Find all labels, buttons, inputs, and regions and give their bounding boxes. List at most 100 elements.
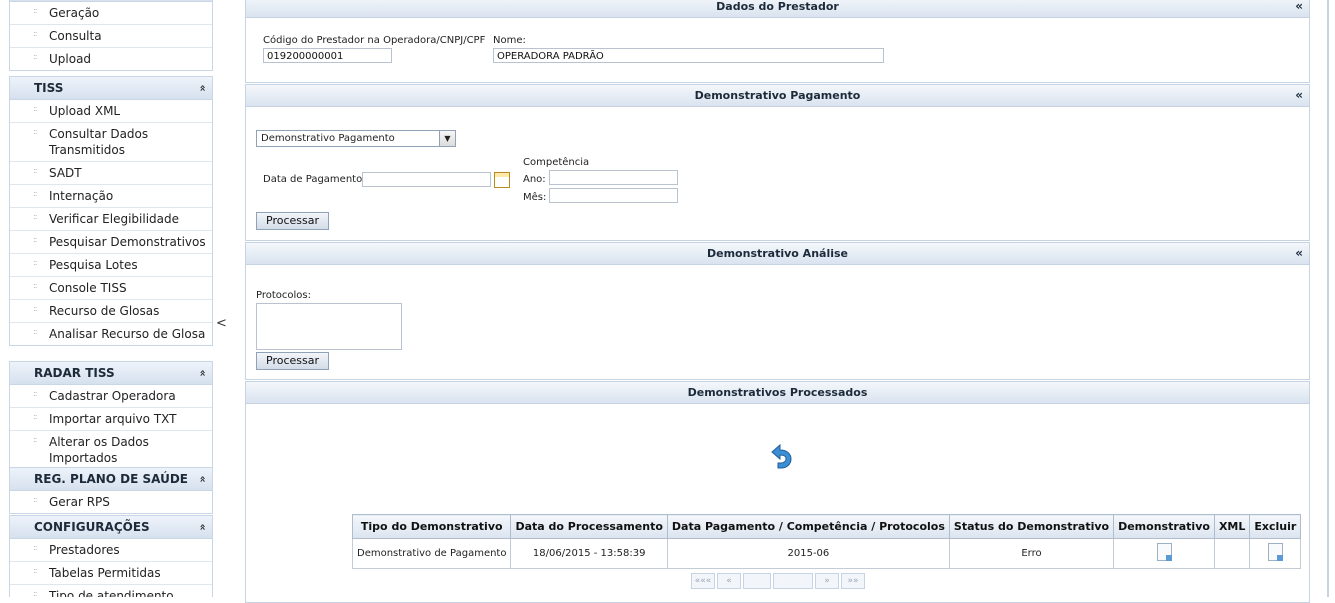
pager-first[interactable]: ««« (691, 573, 715, 589)
pager-next[interactable]: » (815, 573, 839, 589)
ano-field[interactable] (549, 170, 678, 185)
bullet-icon: :: (33, 235, 37, 244)
menu-block-configuracoes: CONFIGURAÇÕES « :: Prestadores :: Tabelas P… (9, 515, 213, 597)
codigo-label: Código do Prestador na Operadora/CNPJ/CP… (263, 35, 486, 46)
cell-xml (1213, 538, 1251, 569)
sidebar-item-geracao[interactable]: :: Geração (10, 2, 212, 25)
ano-label: Ano: (523, 174, 546, 185)
sidebar-item-analisar-recurso[interactable]: :: Analisar Recurso de Glosa (10, 323, 212, 345)
mes-field[interactable] (549, 188, 678, 203)
nome-label: Nome: (493, 35, 526, 46)
cell-competencia: 2015-06 (666, 538, 950, 569)
collapse-icon[interactable]: « (1295, 0, 1303, 17)
sidebar-toggle[interactable]: < (216, 316, 227, 331)
calendar-icon[interactable] (494, 172, 510, 188)
sidebar-item-consultar-dados[interactable]: :: Consultar Dados Transmitidos (10, 123, 212, 162)
collapse-up-icon[interactable]: « (191, 523, 213, 530)
sidebar-item-sadt[interactable]: :: SADT (10, 162, 212, 185)
nome-field[interactable]: OPERADORA PADRÃO (493, 48, 884, 63)
sidebar-item-importar-txt[interactable]: :: Importar arquivo TXT (10, 408, 212, 431)
sidebar-item-verificar-elegibilidade[interactable]: :: Verificar Elegibilidade (10, 208, 212, 231)
panel-header-pagamento: Demonstrativo Pagamento « (246, 85, 1309, 107)
sidebar-item-tabelas-permitidas[interactable]: :: Tabelas Permitidas (10, 562, 212, 585)
protocolos-textarea[interactable] (256, 303, 402, 350)
menu-block-tiss: TISS « :: Upload XML :: Consultar Dados Tra… (9, 76, 213, 346)
cell-excluir (1249, 538, 1302, 569)
refresh-back-icon[interactable] (766, 442, 794, 470)
pager-page-info[interactable] (773, 573, 813, 589)
sidebar-item-alterar-dados[interactable]: :: Alterar os Dados Importados (10, 431, 212, 469)
col-status: Status do Demonstrativo (948, 514, 1115, 539)
col-data-pagamento: Data Pagamento / Competência / Protocolo… (666, 514, 950, 539)
pager-prev[interactable]: « (717, 573, 741, 589)
protocolos-label: Protocolos: (256, 290, 311, 301)
data-pagamento-field[interactable] (362, 172, 491, 187)
sidebar-item-tipo-atendimento[interactable]: :: Tipo de atendimento (10, 585, 212, 597)
bullet-icon: :: (33, 29, 37, 38)
bullet-icon: :: (33, 389, 37, 398)
collapse-up-icon[interactable]: « (191, 84, 213, 91)
bullet-icon: :: (33, 304, 37, 313)
sidebar-item-upload[interactable]: :: Upload (10, 48, 212, 70)
sidebar-item-cadastrar-operadora[interactable]: :: Cadastrar Operadora (10, 385, 212, 408)
col-xml: XML (1213, 514, 1251, 539)
bullet-icon: :: (33, 327, 37, 336)
panel-demonstrativo-analise: Demonstrativo Análise « Protocolos: Proc… (245, 242, 1310, 380)
sidebar-item-upload-xml[interactable]: :: Upload XML (10, 100, 212, 123)
bullet-icon: :: (33, 212, 37, 221)
collapse-icon[interactable]: « (1295, 243, 1303, 264)
competencia-label: Competência (523, 157, 590, 168)
cell-tipo: Demonstrativo de Pagamento (351, 538, 512, 569)
col-excluir: Excluir (1249, 514, 1302, 539)
sidebar-item-console-tiss[interactable]: :: Console TISS (10, 277, 212, 300)
pager-last[interactable]: »» (841, 573, 865, 589)
menu-block-top: :: Geração :: Consulta :: Upload (9, 0, 213, 71)
bullet-icon: :: (33, 412, 37, 421)
col-demonstrativo: Demonstrativo (1113, 514, 1215, 539)
collapse-icon[interactable]: « (1295, 85, 1303, 106)
menu-header-radar[interactable]: RADAR TISS « (10, 362, 212, 385)
sidebar-item-consulta[interactable]: :: Consulta (10, 25, 212, 48)
bullet-icon: :: (33, 6, 37, 15)
sidebar-item-pesquisar-demonstrativos[interactable]: :: Pesquisar Demonstrativos (10, 231, 212, 254)
sidebar-item-recurso-glosas[interactable]: :: Recurso de Glosas (10, 300, 212, 323)
delete-document-icon[interactable] (1267, 543, 1283, 561)
pager-page[interactable] (743, 573, 771, 589)
sidebar-item-gerar-rps[interactable]: :: Gerar RPS (10, 491, 212, 513)
panel-header-dados-prestador: Dados do Prestador « (246, 0, 1309, 18)
bullet-icon: :: (33, 435, 37, 444)
chevron-down-icon[interactable]: ▼ (439, 131, 455, 146)
panel-demonstrativos-processados: Demonstrativos Processados (245, 381, 1310, 603)
download-document-icon[interactable] (1156, 543, 1172, 561)
bullet-icon: :: (33, 52, 37, 61)
bullet-icon: :: (33, 127, 37, 136)
bullet-icon: :: (33, 495, 37, 504)
collapse-up-icon[interactable]: « (191, 475, 213, 482)
menu-header-tiss[interactable]: TISS « (10, 77, 212, 100)
panel-demonstrativo-pagamento: Demonstrativo Pagamento « Demonstrativo … (245, 84, 1310, 241)
main-content: Dados do Prestador « Código do Prestador… (245, 0, 1310, 603)
menu-header-reg-plano[interactable]: REG. PLANO DE SAÚDE « (10, 468, 212, 491)
bullet-icon: :: (33, 189, 37, 198)
sidebar-item-prestadores[interactable]: :: Prestadores (10, 539, 212, 562)
processar-analise-button[interactable]: Processar (256, 352, 329, 370)
bullet-icon: :: (33, 258, 37, 267)
collapse-up-icon[interactable]: « (191, 369, 213, 376)
sidebar: :: Geração :: Consulta :: Upload TISS « :: Up… (0, 0, 216, 597)
menu-header-configuracoes[interactable]: CONFIGURAÇÕES « (10, 516, 212, 539)
cell-status: Erro (948, 538, 1115, 569)
tipo-demonstrativo-select[interactable]: Demonstrativo Pagamento ▼ (256, 130, 456, 147)
codigo-field[interactable]: 019200000001 (263, 48, 392, 63)
menu-block-radar: RADAR TISS « :: Cadastrar Operadora :: Impo… (9, 361, 213, 470)
panel-header-processados: Demonstrativos Processados (246, 382, 1309, 404)
panel-header-analise: Demonstrativo Análise « (246, 243, 1309, 265)
bullet-icon: :: (33, 104, 37, 113)
sidebar-item-pesquisa-lotes[interactable]: :: Pesquisa Lotes (10, 254, 212, 277)
processar-pagamento-button[interactable]: Processar (256, 212, 329, 230)
sidebar-item-internacao[interactable]: :: Internação (10, 185, 212, 208)
bullet-icon: :: (33, 166, 37, 175)
col-tipo: Tipo do Demonstrativo (351, 514, 512, 539)
bullet-icon: :: (33, 543, 37, 552)
menu-block-reg-plano: REG. PLANO DE SAÚDE « :: Gerar RPS (9, 467, 213, 514)
pager: ««« « » »» (691, 573, 867, 589)
